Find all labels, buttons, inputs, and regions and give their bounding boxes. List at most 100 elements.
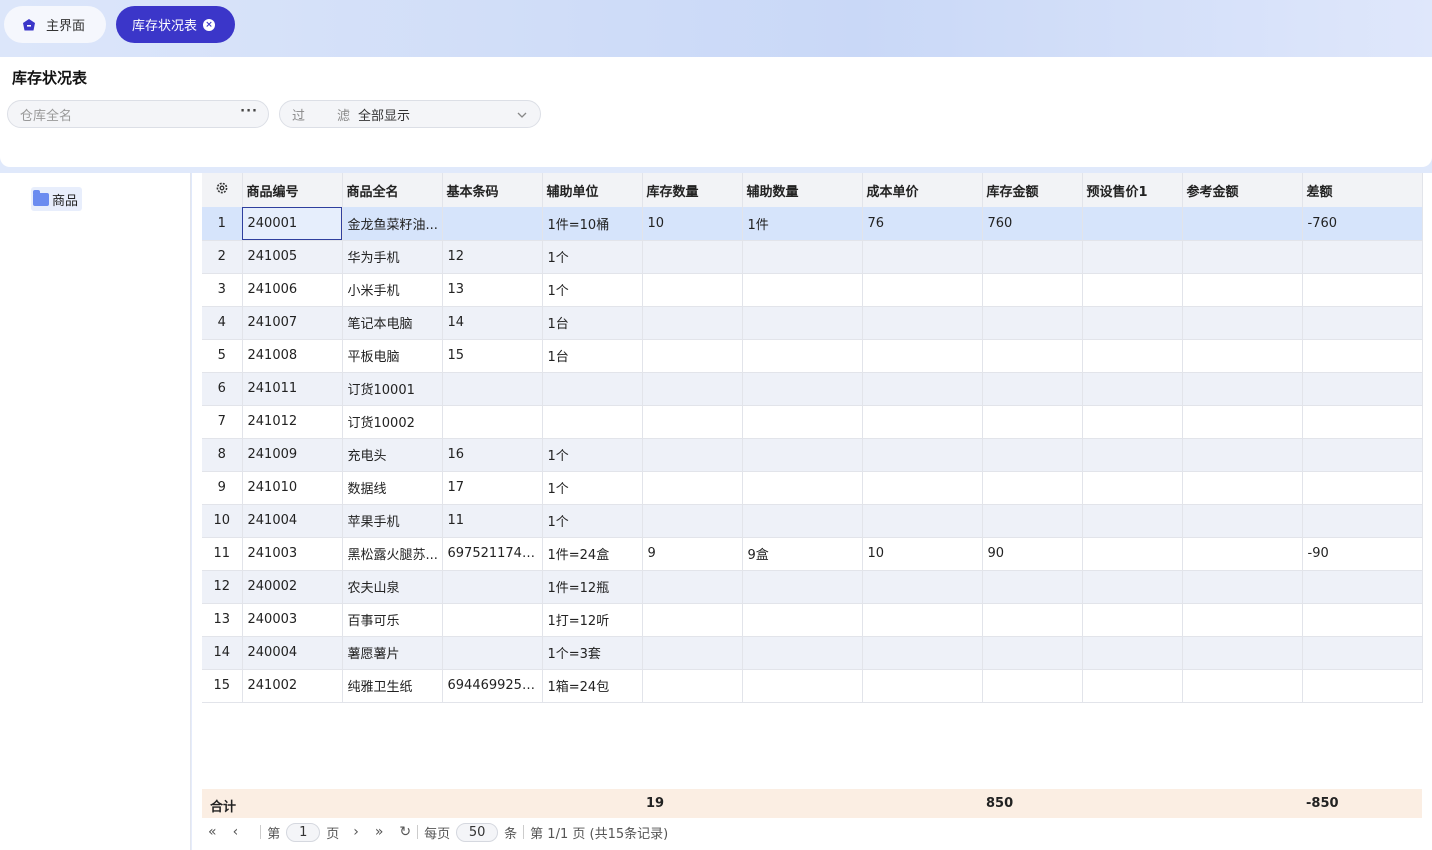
row-number-cell[interactable]: 9 (202, 471, 243, 505)
row-number-cell[interactable]: 8 (202, 438, 243, 472)
aux-unit-cell[interactable]: 1个 (542, 504, 643, 538)
stock-amount-cell[interactable] (982, 405, 1083, 439)
prev-page-button[interactable]: ‹ (233, 824, 239, 840)
reference-amount-cell[interactable] (1182, 570, 1303, 604)
stock-qty-cell[interactable]: 9 (642, 537, 743, 571)
aux-unit-cell[interactable]: 1箱=24包 (542, 669, 643, 703)
reference-amount-cell[interactable] (1182, 240, 1303, 274)
barcode-cell[interactable] (442, 207, 543, 241)
table-row[interactable]: 11 241003 黑松露火腿苏... 6975211740... 1件=24盒 9 9盒 1… (202, 537, 1423, 571)
row-number-cell[interactable]: 12 (202, 570, 243, 604)
column-header[interactable]: 预设售价1 (1082, 173, 1183, 207)
product-code-cell[interactable]: 241002 (242, 669, 343, 703)
row-number-cell[interactable]: 2 (202, 240, 243, 274)
row-number-cell[interactable]: 6 (202, 372, 243, 406)
cost-price-cell[interactable] (862, 471, 983, 505)
stock-amount-cell[interactable] (982, 570, 1083, 604)
aux-unit-cell[interactable]: 1件=24盒 (542, 537, 643, 571)
preset-price-cell[interactable] (1082, 471, 1183, 505)
preset-price-cell[interactable] (1082, 306, 1183, 340)
stock-amount-cell[interactable] (982, 471, 1083, 505)
barcode-cell[interactable] (442, 603, 543, 637)
cost-price-cell[interactable] (862, 669, 983, 703)
gear-icon[interactable] (215, 181, 229, 195)
product-name-cell[interactable]: 苹果手机 (342, 504, 443, 538)
aux-qty-cell[interactable] (742, 339, 863, 373)
column-header[interactable]: 库存数量 (642, 173, 743, 207)
row-number-cell[interactable]: 13 (202, 603, 243, 637)
stock-qty-cell[interactable] (642, 504, 743, 538)
product-code-cell[interactable]: 240003 (242, 603, 343, 637)
stock-qty-cell[interactable] (642, 306, 743, 340)
cost-price-cell[interactable] (862, 339, 983, 373)
cost-price-cell[interactable] (862, 504, 983, 538)
per-page-input[interactable]: 50 (456, 822, 499, 842)
product-code-cell[interactable]: 240004 (242, 636, 343, 670)
difference-cell[interactable] (1302, 339, 1423, 373)
preset-price-cell[interactable] (1082, 504, 1183, 538)
column-header[interactable]: 参考金额 (1182, 173, 1303, 207)
row-number-cell[interactable]: 1 (202, 207, 243, 241)
aux-qty-cell[interactable] (742, 405, 863, 439)
column-header[interactable]: 基本条码 (442, 173, 543, 207)
table-row[interactable]: 12 240002 农夫山泉 1件=12瓶 (202, 570, 1423, 604)
cost-price-cell[interactable] (862, 438, 983, 472)
product-name-cell[interactable]: 充电头 (342, 438, 443, 472)
stock-qty-cell[interactable] (642, 603, 743, 637)
table-row[interactable]: 10 241004 苹果手机 11 1个 (202, 504, 1423, 538)
reference-amount-cell[interactable] (1182, 372, 1303, 406)
product-name-cell[interactable]: 农夫山泉 (342, 570, 443, 604)
cost-price-cell[interactable] (862, 372, 983, 406)
table-row[interactable]: 6 241011 订货10001 (202, 372, 1423, 406)
column-header[interactable]: 商品全名 (342, 173, 443, 207)
difference-cell[interactable] (1302, 240, 1423, 274)
row-number-cell[interactable]: 15 (202, 669, 243, 703)
table-row[interactable]: 15 241002 纯雅卫生纸 6944699253... 1箱=24包 (202, 669, 1423, 703)
table-row[interactable]: 8 241009 充电头 16 1个 (202, 438, 1423, 472)
aux-unit-cell[interactable]: 1台 (542, 339, 643, 373)
product-code-cell[interactable]: 241008 (242, 339, 343, 373)
barcode-cell[interactable] (442, 636, 543, 670)
reference-amount-cell[interactable] (1182, 504, 1303, 538)
barcode-cell[interactable]: 14 (442, 306, 543, 340)
difference-cell[interactable] (1302, 306, 1423, 340)
product-code-cell[interactable]: 241009 (242, 438, 343, 472)
table-row[interactable]: 2 241005 华为手机 12 1个 (202, 240, 1423, 274)
filter-select[interactable]: 过 滤 全部显示 (279, 100, 541, 128)
cost-price-cell[interactable] (862, 603, 983, 637)
ellipsis-icon[interactable]: ··· (240, 104, 258, 119)
product-code-cell[interactable]: 241005 (242, 240, 343, 274)
aux-unit-cell[interactable]: 1打=12听 (542, 603, 643, 637)
column-settings[interactable] (202, 173, 243, 207)
reference-amount-cell[interactable] (1182, 405, 1303, 439)
product-code-cell[interactable]: 240001 (242, 207, 343, 241)
difference-cell[interactable] (1302, 636, 1423, 670)
product-code-cell[interactable]: 241011 (242, 372, 343, 406)
difference-cell[interactable] (1302, 372, 1423, 406)
column-header[interactable]: 差额 (1302, 173, 1423, 207)
difference-cell[interactable] (1302, 405, 1423, 439)
product-name-cell[interactable]: 薯愿薯片 (342, 636, 443, 670)
product-name-cell[interactable]: 小米手机 (342, 273, 443, 307)
aux-unit-cell[interactable]: 1件=12瓶 (542, 570, 643, 604)
barcode-cell[interactable] (442, 570, 543, 604)
tab-home[interactable]: 主界面 (4, 6, 106, 43)
cost-price-cell[interactable] (862, 405, 983, 439)
warehouse-input[interactable]: 仓库全名 ··· (7, 100, 269, 128)
product-name-cell[interactable]: 黑松露火腿苏... (342, 537, 443, 571)
aux-qty-cell[interactable] (742, 504, 863, 538)
aux-qty-cell[interactable] (742, 438, 863, 472)
reference-amount-cell[interactable] (1182, 636, 1303, 670)
difference-cell[interactable] (1302, 669, 1423, 703)
product-code-cell[interactable]: 240002 (242, 570, 343, 604)
column-header[interactable]: 成本单价 (862, 173, 983, 207)
barcode-cell[interactable]: 6975211740... (442, 537, 543, 571)
product-name-cell[interactable]: 订货10002 (342, 405, 443, 439)
barcode-cell[interactable] (442, 405, 543, 439)
difference-cell[interactable] (1302, 570, 1423, 604)
cost-price-cell[interactable] (862, 306, 983, 340)
product-code-cell[interactable]: 241010 (242, 471, 343, 505)
aux-unit-cell[interactable] (542, 405, 643, 439)
stock-qty-cell[interactable] (642, 405, 743, 439)
difference-cell[interactable]: -760 (1302, 207, 1423, 241)
